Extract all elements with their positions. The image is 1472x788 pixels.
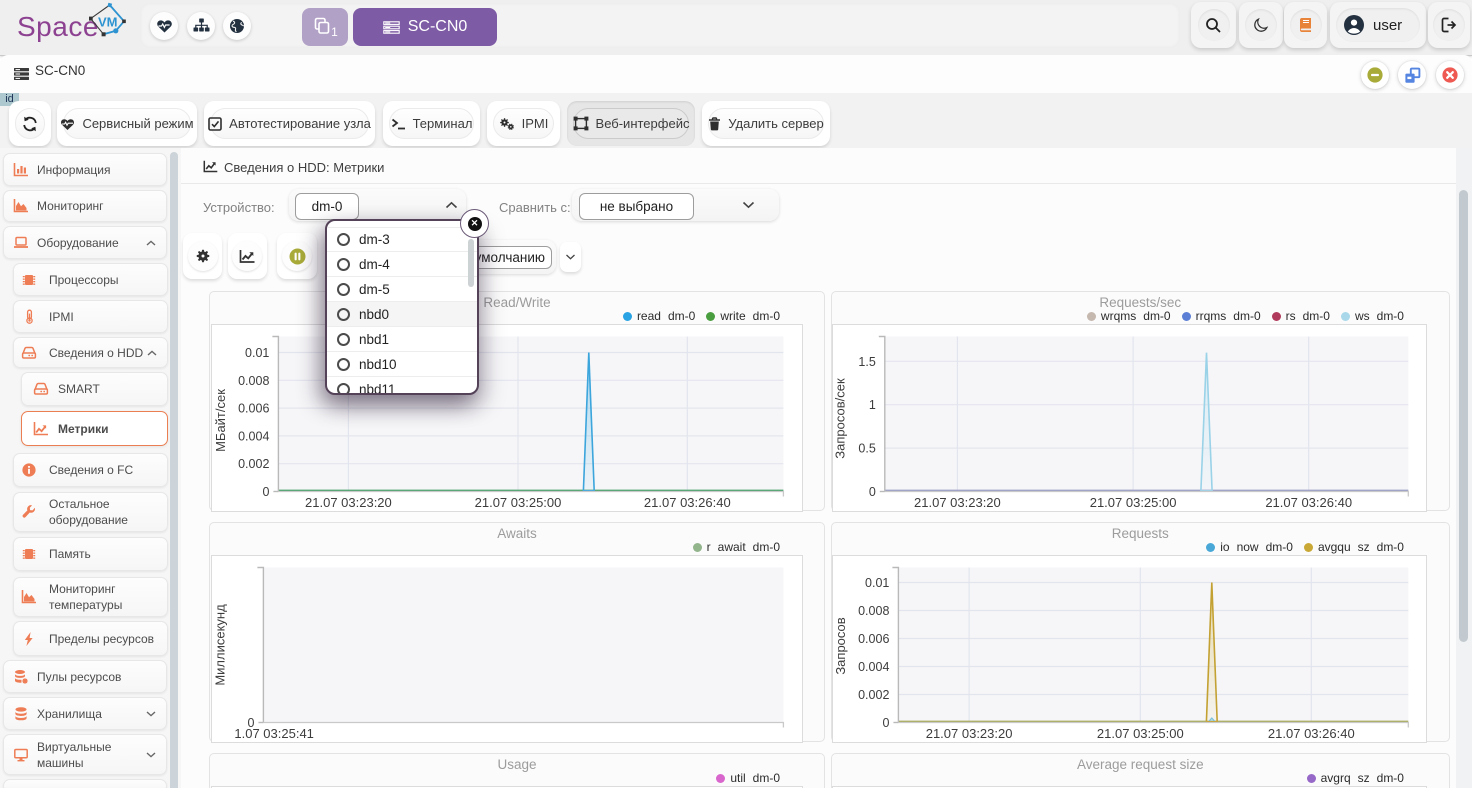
svg-text:21.07 03:23:20: 21.07 03:23:20 [305, 495, 392, 510]
svg-text:1.5: 1.5 [859, 355, 876, 369]
svg-text:0.01: 0.01 [245, 346, 269, 360]
svg-text:0.008: 0.008 [858, 604, 889, 618]
svg-text:0.01: 0.01 [865, 576, 889, 590]
svg-text:0.008: 0.008 [238, 374, 269, 388]
svg-text:0: 0 [262, 485, 269, 499]
svg-text:0.006: 0.006 [858, 632, 889, 646]
svg-text:VM: VM [98, 15, 118, 30]
svg-text:21.07 03:26:40: 21.07 03:26:40 [644, 495, 731, 510]
svg-text:21.07 03:25:00: 21.07 03:25:00 [1097, 726, 1184, 741]
svg-text:21.07 03:25:00: 21.07 03:25:00 [474, 495, 561, 510]
svg-text:21.07 03:23:20: 21.07 03:23:20 [914, 495, 1001, 510]
svg-text:0.002: 0.002 [858, 688, 889, 702]
svg-text:1: 1 [869, 398, 876, 412]
svg-text:1.07 03:25:41: 1.07 03:25:41 [234, 726, 314, 741]
svg-text:0: 0 [883, 716, 890, 730]
svg-text:Миллисекунд: Миллисекунд [212, 604, 227, 686]
svg-text:21.07 03:26:40: 21.07 03:26:40 [1266, 495, 1353, 510]
svg-text:0.002: 0.002 [238, 457, 269, 471]
svg-text:0.5: 0.5 [859, 442, 876, 456]
svg-text:0.006: 0.006 [238, 402, 269, 416]
svg-text:0: 0 [869, 485, 876, 499]
svg-text:Запросов: Запросов [833, 617, 848, 674]
svg-text:0.004: 0.004 [858, 660, 889, 674]
svg-text:МБайт/сек: МБайт/сек [212, 389, 227, 452]
svg-text:21.07 03:25:00: 21.07 03:25:00 [1090, 495, 1177, 510]
svg-text:21.07 03:26:40: 21.07 03:26:40 [1268, 726, 1355, 741]
svg-text:21.07 03:23:20: 21.07 03:23:20 [926, 726, 1013, 741]
svg-text:Запросов/сек: Запросов/сек [833, 378, 848, 459]
svg-text:0.004: 0.004 [238, 429, 269, 443]
